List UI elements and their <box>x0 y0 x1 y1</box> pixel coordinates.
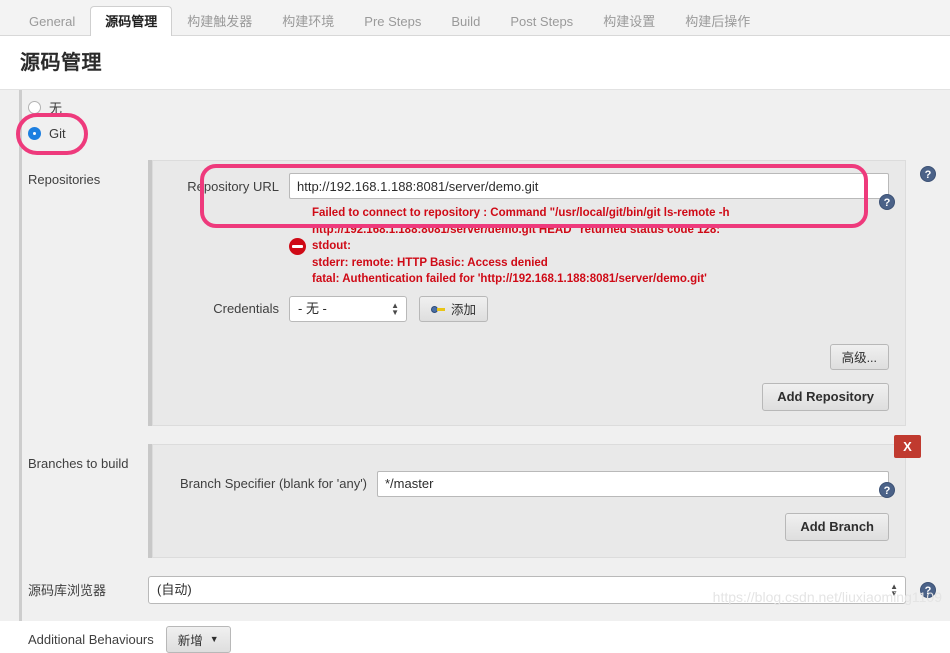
repository-url-help-icon[interactable]: ? <box>879 194 895 210</box>
branches-body: X Branch Specifier (blank for 'any') Add… <box>148 434 921 558</box>
error-line-1: Failed to connect to repository : Comman… <box>312 207 730 219</box>
add-branch-row: Add Branch <box>169 512 889 541</box>
repository-url-row: Repository URL <box>169 173 889 199</box>
remove-branch-button[interactable]: X <box>894 434 921 458</box>
credentials-row: Credentials - 无 - ▲ ▼ 添加 <box>169 295 889 322</box>
tab-build-settings[interactable]: 构建设置 <box>588 6 670 35</box>
radio-git[interactable] <box>28 126 41 140</box>
tab-post-build-actions[interactable]: 构建后操作 <box>670 6 765 35</box>
tab-build[interactable]: Build <box>436 6 495 35</box>
error-line-3: stdout: <box>312 240 351 252</box>
branch-specifier-input[interactable] <box>377 470 889 497</box>
advanced-button[interactable]: 高级... <box>829 343 889 370</box>
radio-none[interactable] <box>28 100 41 114</box>
repositories-body: Repository URL Failed to connect to repo… <box>148 160 906 426</box>
add-behaviour-label: 新增 <box>177 633 203 648</box>
scm-content: 无 Git Repositories Repository URL Failed… <box>0 89 950 653</box>
error-line-4: stderr: remote: HTTP Basic: Access denie… <box>312 256 548 269</box>
scm-option-none[interactable]: 无 <box>0 94 950 120</box>
tab-scm[interactable]: 源码管理 <box>90 6 173 36</box>
chevron-down-icon: ▼ <box>209 634 219 644</box>
credentials-select[interactable]: - 无 - ▲ ▼ <box>289 295 407 322</box>
tab-build-environment[interactable]: 构建环境 <box>267 6 349 35</box>
add-credentials-label: 添加 <box>451 303 477 317</box>
tab-build-triggers[interactable]: 构建触发器 <box>172 6 267 35</box>
add-credentials-button[interactable]: 添加 <box>419 295 489 322</box>
repository-url-label: Repository URL <box>187 178 279 194</box>
repositories-help-icon[interactable]: ? <box>920 166 936 182</box>
repository-error-text: Failed to connect to repository : Comman… <box>312 205 730 288</box>
scm-option-git[interactable]: Git <box>0 120 950 146</box>
page-header: 源码管理 <box>0 36 950 89</box>
branches-label: Branches to build <box>28 455 129 471</box>
repository-panel: Repository URL Failed to connect to repo… <box>152 160 906 426</box>
branches-section: Branches to build X Branch Specifier (bl… <box>0 434 950 558</box>
error-line-2: http://192.168.1.188:8081/server/demo.gi… <box>312 223 721 236</box>
scm-option-git-label: Git <box>49 125 66 141</box>
advanced-row: 高级... <box>169 343 889 370</box>
additional-behaviours-label: Additional Behaviours <box>28 631 154 647</box>
repository-browser-value: (自动) <box>157 581 192 597</box>
branch-panel: X Branch Specifier (blank for 'any') Add… <box>152 434 921 558</box>
tab-general[interactable]: General <box>14 6 90 35</box>
branch-specifier-label: Branch Specifier (blank for 'any') <box>179 476 367 491</box>
add-repository-row: Add Repository <box>169 382 889 411</box>
credentials-label: Credentials <box>213 301 279 316</box>
repositories-label: Repositories <box>28 172 101 187</box>
repository-browser-label: 源码库浏览器 <box>28 583 107 598</box>
repositories-section: Repositories Repository URL Failed to co… <box>0 160 950 426</box>
config-tabbar: General 源码管理 构建触发器 构建环境 Pre Steps Build … <box>0 0 950 36</box>
branch-specifier-row: Branch Specifier (blank for 'any') <box>169 470 889 497</box>
repository-error: Failed to connect to repository : Comman… <box>169 205 889 288</box>
scm-option-none-label: 无 <box>49 100 63 116</box>
additional-behaviours-section: Additional Behaviours 新增 ▼ <box>0 625 950 653</box>
branch-specifier-help-icon[interactable]: ? <box>879 481 895 498</box>
no-entry-icon <box>289 237 306 255</box>
watermark: https://blog.csdn.net/liuxiaoming1109 <box>712 589 942 605</box>
credentials-select-value: - 无 - <box>298 300 327 316</box>
tab-post-steps[interactable]: Post Steps <box>495 6 588 35</box>
page-title: 源码管理 <box>20 52 102 74</box>
key-icon <box>431 304 445 314</box>
add-behaviour-button[interactable]: 新增 ▼ <box>165 625 231 653</box>
error-line-5: fatal: Authentication failed for 'http:/… <box>312 273 707 285</box>
repository-url-input[interactable] <box>289 173 889 199</box>
add-repository-button[interactable]: Add Repository <box>762 382 889 411</box>
add-branch-button[interactable]: Add Branch <box>785 512 889 541</box>
stepper-arrows-icon: ▲ ▼ <box>391 300 399 317</box>
tab-pre-steps[interactable]: Pre Steps <box>349 6 436 35</box>
